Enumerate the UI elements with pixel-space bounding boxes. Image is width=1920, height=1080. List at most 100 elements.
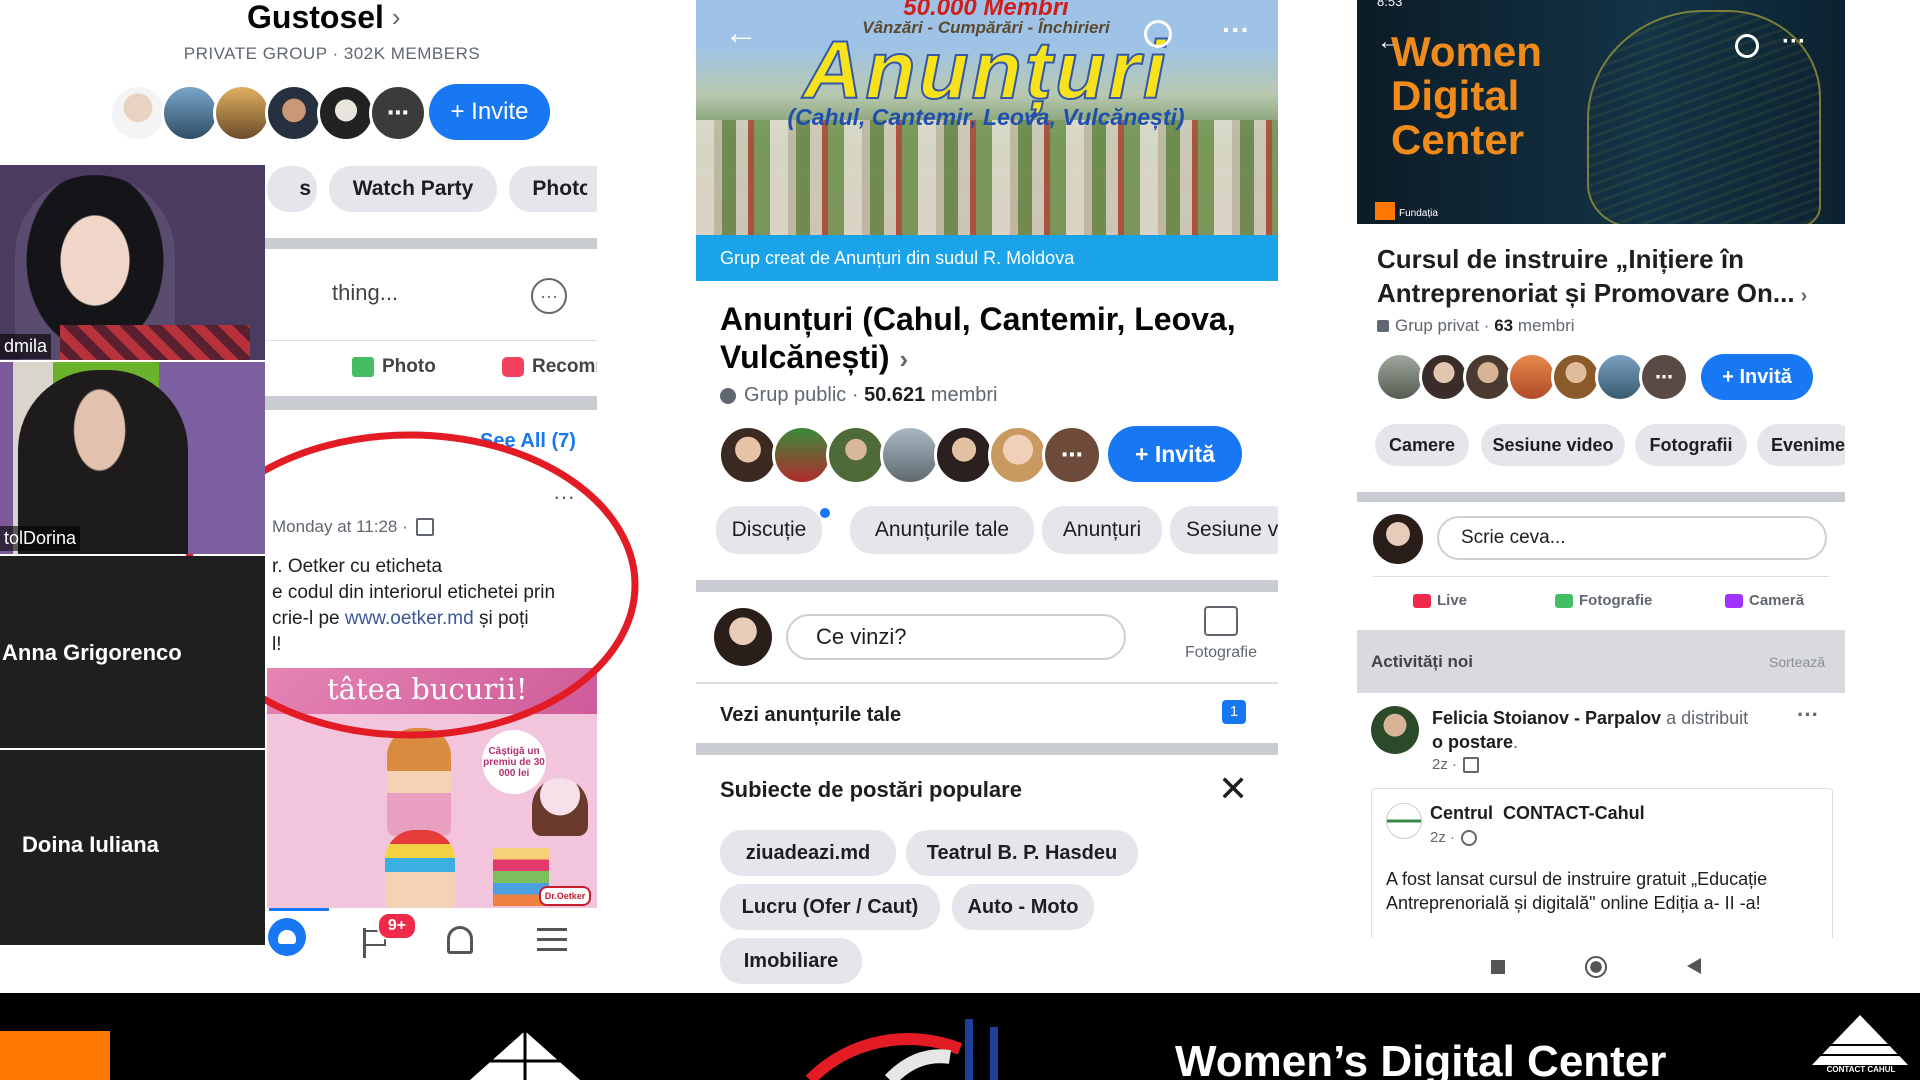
topic-pill[interactable]: Lucru (Ofer / Caut) — [720, 884, 940, 930]
phone-wdc: 8:53 ← Women Digital Center ··· Fundația… — [1357, 0, 1845, 993]
group-name[interactable]: Gustosel — [247, 0, 384, 36]
tab-photos[interactable]: Photos — [509, 166, 597, 212]
more-options-icon[interactable]: ··· — [1782, 28, 1806, 56]
member-avatar[interactable] — [934, 425, 994, 485]
member-avatar[interactable] — [109, 84, 167, 142]
photo-action[interactable]: Photo — [352, 356, 436, 378]
recommend-label: Recommend — [532, 356, 597, 377]
status-bar: 8:53 — [1377, 0, 1402, 9]
camera-action[interactable]: Cameră — [1725, 592, 1804, 609]
sharer-avatar[interactable] — [1371, 706, 1419, 754]
notification-badge: 9+ — [377, 912, 417, 940]
search-icon[interactable] — [1735, 34, 1759, 58]
tab-session[interactable]: Sesiune v — [1170, 506, 1278, 554]
tab-photos[interactable]: Fotografii — [1635, 424, 1747, 466]
tab-rooms[interactable]: Camere — [1375, 424, 1469, 466]
tab-ads[interactable]: Anunțuri — [1042, 506, 1162, 554]
orange-logo-square — [1375, 202, 1395, 220]
photo-label: Fotografie — [1579, 592, 1653, 609]
group-cover-image[interactable]: 50.000 Membri Vânzări - Cumpărări - Înch… — [696, 0, 1278, 235]
org-name[interactable]: Centrul CONTACT-Cahul — [1430, 803, 1645, 824]
group-meta: Grup privat · 63 membri — [1377, 316, 1575, 336]
group-title-line: Vulcănești) › — [720, 339, 909, 375]
group-title[interactable]: Cursul de instruire „Inițiere în Antrepr… — [1377, 242, 1837, 313]
member-avatar[interactable] — [265, 84, 323, 142]
member-avatar[interactable] — [718, 425, 778, 485]
cupcake-illustration — [532, 778, 588, 836]
recommend-action[interactable]: Recommend — [502, 356, 597, 378]
member-avatar[interactable] — [161, 84, 219, 142]
globe-icon — [720, 387, 736, 404]
composer-input[interactable]: Scrie ceva... — [1437, 516, 1827, 560]
name-tile-anna[interactable]: Anna Grigorenco — [0, 556, 265, 748]
back-arrow-icon[interactable]: ← — [724, 14, 758, 53]
tab-video-session[interactable]: Sesiune video — [1481, 424, 1625, 466]
photo-icon — [1555, 593, 1573, 608]
close-icon[interactable]: ✕ — [1218, 768, 1248, 810]
back-triangle-icon[interactable] — [1687, 958, 1701, 974]
member-avatar[interactable] — [772, 425, 832, 485]
user-avatar[interactable] — [1373, 514, 1423, 564]
groups-icon[interactable] — [268, 918, 306, 956]
camera-icon — [1725, 593, 1743, 608]
tab-your-ads[interactable]: Anunțurile tale — [850, 506, 1034, 554]
live-action[interactable]: Live — [1413, 592, 1467, 609]
member-avatar[interactable] — [988, 425, 1048, 485]
member-avatar-more[interactable]: ⋯ — [369, 84, 427, 142]
see-your-ads-row[interactable]: Vezi anunțurile tale 1 — [696, 690, 1278, 742]
more-options-icon[interactable]: ··· — [531, 278, 567, 314]
photo-action[interactable]: Fotografie — [1555, 592, 1652, 609]
boy-illustration — [385, 830, 455, 908]
sharer-name[interactable]: Felicia Stoianov - Parpalov — [1432, 708, 1661, 728]
tab-events[interactable]: Evenimen — [1757, 424, 1845, 466]
member-avatar-more[interactable]: ⋯ — [1639, 352, 1689, 402]
home-icon[interactable] — [1585, 956, 1607, 978]
tab-watch-party[interactable]: Watch Party — [329, 166, 497, 212]
cover-title: Women Digital Center — [1391, 28, 1542, 163]
video-tile-dorina[interactable]: tolDorina — [0, 362, 265, 554]
member-avatar[interactable] — [317, 84, 375, 142]
member-avatar[interactable] — [826, 425, 886, 485]
member-avatar[interactable] — [880, 425, 940, 485]
invite-button[interactable]: + Invite — [429, 84, 550, 140]
user-avatar[interactable] — [714, 608, 772, 666]
name-tile-doina[interactable]: Doina Iuliana — [0, 750, 265, 945]
cover-town-buildings — [696, 120, 1278, 235]
topic-pill[interactable]: Teatrul B. P. Hasdeu — [906, 830, 1138, 876]
more-options-icon[interactable]: ··· — [1222, 14, 1250, 46]
bell-icon[interactable] — [447, 926, 473, 954]
composer-input[interactable]: Ce vinzi? — [786, 614, 1126, 660]
member-avatar[interactable] — [1551, 352, 1601, 402]
tab-discussion[interactable]: Discuție — [716, 506, 822, 554]
member-avatar[interactable] — [213, 84, 271, 142]
topic-pill[interactable]: Imobiliare — [720, 938, 862, 984]
menu-icon[interactable] — [537, 926, 567, 952]
topic-pill[interactable]: ziuadeazi.md — [720, 830, 896, 876]
recents-icon[interactable] — [1491, 960, 1505, 974]
topic-pill[interactable]: Auto - Moto — [952, 884, 1094, 930]
group-cover-image[interactable]: 8:53 ← Women Digital Center ··· Fundația — [1357, 0, 1845, 224]
post-more-icon[interactable]: ··· — [1797, 702, 1819, 728]
video-tile-dmila[interactable]: dmila — [0, 165, 265, 360]
member-avatar[interactable] — [1419, 352, 1469, 402]
tab-pill[interactable]: s — [267, 166, 317, 212]
member-avatar[interactable] — [1507, 352, 1557, 402]
group-title-row[interactable]: Gustosel › — [247, 0, 507, 36]
composer-input[interactable]: thing... — [332, 280, 398, 306]
nav-active-indicator — [269, 908, 329, 911]
member-avatar-more[interactable]: ⋯ — [1042, 425, 1102, 485]
ads-count-badge: 1 — [1222, 700, 1246, 724]
orange-logo — [0, 1031, 110, 1080]
shared-object-link[interactable]: o postare — [1432, 732, 1513, 752]
globe-icon — [1461, 829, 1478, 846]
invite-button[interactable]: + Invită — [1108, 426, 1242, 482]
photo-action[interactable]: Fotografie — [1176, 606, 1266, 662]
live-video-icon — [1413, 593, 1431, 608]
invite-button[interactable]: + Invită — [1701, 354, 1813, 400]
member-avatar[interactable] — [1463, 352, 1513, 402]
group-title[interactable]: Anunțuri (Cahul, Cantemir, Leova, Vulcăn… — [720, 300, 1260, 378]
member-avatar[interactable] — [1375, 352, 1425, 402]
search-icon[interactable] — [1144, 20, 1172, 48]
member-avatar[interactable] — [1595, 352, 1645, 402]
sort-button[interactable]: Sortează — [1769, 654, 1825, 670]
